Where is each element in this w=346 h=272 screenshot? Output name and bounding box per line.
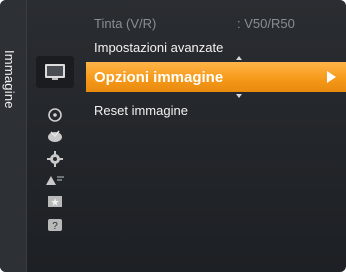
submenu-arrow-icon (327, 71, 336, 83)
menu-list: Tinta (V/R) : V50/R50 Impostazioni avanz… (86, 0, 346, 272)
svg-text:?: ? (52, 221, 58, 232)
menu-item-reset-immagine[interactable]: Reset immagine (94, 103, 188, 118)
application-icon[interactable] (44, 193, 66, 211)
menu-item-value: : V50/R50 (237, 16, 295, 31)
menu-item-label: Reset immagine (94, 103, 188, 118)
menu-item-label: Tinta (V/R) (94, 16, 157, 31)
setup-icon[interactable] (44, 150, 66, 168)
scroll-down-icon (236, 94, 242, 98)
menu-item-label: Opzioni immagine (94, 69, 224, 86)
tv-menu-screen: Immagine ? Tinta (V/R): V50/R50 Imposta… (0, 0, 346, 272)
sound-icon[interactable] (44, 106, 66, 124)
category-tab: Immagine (0, 0, 27, 272)
support-icon[interactable]: ? (44, 216, 66, 234)
picture-icon[interactable] (44, 63, 66, 81)
menu-item-tinta: Tinta (V/R) (94, 16, 156, 31)
category-label: Immagine (2, 50, 17, 109)
menu-item-impostazioni-avanzate[interactable]: Impostazioni avanzate (94, 40, 223, 55)
menu-item-opzioni-immagine[interactable]: Opzioni immagine (86, 62, 346, 92)
channel-icon[interactable] (44, 127, 66, 145)
menu-item-label: Impostazioni avanzate (94, 40, 224, 55)
scroll-up-icon (236, 56, 242, 60)
menu-icon-column: ? (26, 0, 110, 272)
input-icon[interactable] (44, 171, 66, 189)
